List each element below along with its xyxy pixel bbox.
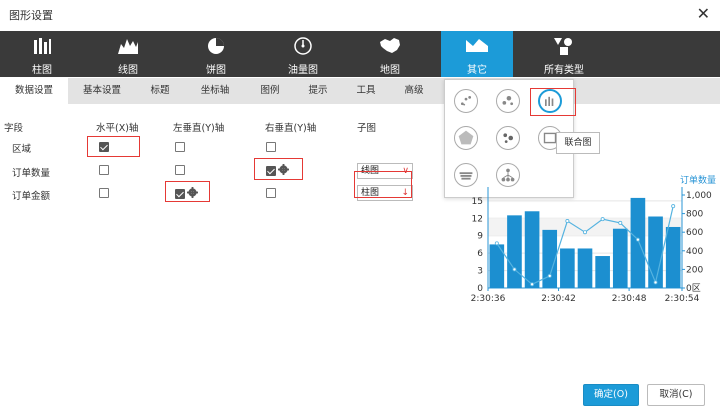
all-types-icon xyxy=(554,38,572,55)
type-label: 柱图 xyxy=(32,65,52,76)
highlight-box xyxy=(165,181,210,202)
tab-tools[interactable]: 工具 xyxy=(344,78,388,104)
line-point xyxy=(618,220,623,225)
tab-data-settings[interactable]: 数据设置 xyxy=(0,78,68,104)
type-all-button[interactable]: 所有类型 xyxy=(528,31,600,77)
x-tick-label: 2:30:42 xyxy=(541,294,576,304)
line-point xyxy=(653,280,658,285)
gauge-icon xyxy=(294,37,312,55)
line-point xyxy=(512,267,517,272)
left-tick-label: 3 xyxy=(477,267,483,277)
x-tick-label: 2:30:48 xyxy=(612,294,647,304)
right-tick-label: 600 xyxy=(686,228,703,238)
type-label: 饼图 xyxy=(206,65,226,76)
left-tick-label: 0 xyxy=(477,284,483,294)
line-point xyxy=(671,204,676,209)
row-label-order-amount: 订单金额 xyxy=(12,191,51,202)
line-point xyxy=(635,237,640,242)
column-header-field: 字段 xyxy=(4,123,24,134)
type-other-button[interactable]: 其它 xyxy=(441,31,513,77)
scatter-icon[interactable] xyxy=(454,89,478,113)
right-axis-title: 订单数量 xyxy=(680,174,716,186)
column-header-left-y: 左垂直(Y)轴 xyxy=(173,123,225,134)
highlight-box xyxy=(354,171,412,198)
right-tick-label: 800 xyxy=(686,210,703,220)
map-icon xyxy=(380,38,400,53)
bar xyxy=(560,248,575,288)
tab-title[interactable]: 标题 xyxy=(138,78,182,104)
type-bar-button[interactable]: 柱图 xyxy=(6,31,78,77)
line-point xyxy=(582,230,587,235)
type-line-button[interactable]: 线图 xyxy=(92,31,164,77)
type-label: 地图 xyxy=(380,65,400,76)
line-point xyxy=(600,217,605,222)
line-point xyxy=(547,273,552,278)
left-y-checkbox-order-count[interactable] xyxy=(175,165,185,175)
highlight-box xyxy=(530,88,576,116)
type-gauge-button[interactable]: 油量图 xyxy=(267,31,339,77)
ok-button[interactable]: 确定(O) xyxy=(583,384,639,406)
x-axis-checkbox-order-amount[interactable] xyxy=(99,188,109,198)
other-chart-icon xyxy=(466,39,488,52)
tab-legend[interactable]: 图例 xyxy=(248,78,292,104)
bar xyxy=(648,216,663,288)
bar xyxy=(507,215,522,288)
left-tick-label: 6 xyxy=(477,249,483,259)
type-label: 所有类型 xyxy=(544,65,584,76)
left-tick-label: 9 xyxy=(477,232,483,242)
dialog-titlebar: 图形设置 ✕ xyxy=(0,0,720,31)
chart-type-bar: 柱图 线图 饼图 油量图 地图 其它 所有类型 xyxy=(0,31,720,77)
row-label-order-count: 订单数量 xyxy=(12,168,51,179)
tab-basic-settings[interactable]: 基本设置 xyxy=(70,78,134,104)
type-pie-button[interactable]: 饼图 xyxy=(180,31,252,77)
highlight-box xyxy=(254,158,303,180)
dialog-title: 图形设置 xyxy=(9,9,53,22)
type-label: 油量图 xyxy=(288,65,318,76)
bar xyxy=(595,256,610,288)
cancel-button[interactable]: 取消(C) xyxy=(647,384,705,406)
row-label-region: 区域 xyxy=(12,144,32,155)
subtype-tooltip: 联合图 xyxy=(556,132,600,154)
tab-advanced[interactable]: 高级 xyxy=(392,78,436,104)
bubble-icon[interactable] xyxy=(496,89,520,113)
type-label: 线图 xyxy=(118,65,138,76)
highlight-box xyxy=(87,136,140,157)
line-chart-icon xyxy=(118,39,138,54)
pie-chart-icon xyxy=(208,38,224,54)
bar xyxy=(524,211,540,288)
type-map-button[interactable]: 地图 xyxy=(354,31,426,77)
bar xyxy=(612,228,628,288)
column-header-right-y: 右垂直(Y)轴 xyxy=(265,123,317,134)
bar xyxy=(577,248,593,288)
settings-tabs: 数据设置 基本设置 标题 坐标轴 图例 提示 工具 高级 xyxy=(0,78,720,104)
line-point xyxy=(565,219,570,224)
column-header-subchart: 子图 xyxy=(357,123,377,134)
bar xyxy=(665,226,681,288)
right-tick-label: 400 xyxy=(686,247,703,257)
right-tick-label: 0区 xyxy=(686,283,701,294)
left-tick-label: 12 xyxy=(472,214,483,224)
preview-chart: 0 3 6 9 12 15 0区 200 400 600 800 1,000 订单数量 2:30:36 2:… xyxy=(471,174,716,304)
x-axis-checkbox-order-count[interactable] xyxy=(99,165,109,175)
cluster-icon[interactable] xyxy=(496,126,520,150)
type-label: 其它 xyxy=(467,65,487,76)
radar-icon[interactable] xyxy=(454,126,478,150)
line-point xyxy=(530,282,535,287)
x-tick-label: 2:30:54 xyxy=(665,294,700,304)
bar-chart-icon xyxy=(34,38,51,54)
close-icon[interactable]: ✕ xyxy=(697,4,710,24)
x-tick-label: 2:30:36 xyxy=(471,294,506,304)
right-tick-label: 200 xyxy=(686,265,703,275)
tab-tooltip[interactable]: 提示 xyxy=(296,78,340,104)
tab-axis[interactable]: 坐标轴 xyxy=(186,78,244,104)
left-y-checkbox-region[interactable] xyxy=(175,142,185,152)
right-tick-label: 1,000 xyxy=(686,191,712,201)
right-y-checkbox-region[interactable] xyxy=(266,142,276,152)
right-y-checkbox-order-amount[interactable] xyxy=(266,188,276,198)
left-tick-label: 15 xyxy=(472,197,483,207)
bar xyxy=(630,197,646,288)
line-point xyxy=(494,241,499,246)
column-header-x-axis: 水平(X)轴 xyxy=(96,123,139,134)
